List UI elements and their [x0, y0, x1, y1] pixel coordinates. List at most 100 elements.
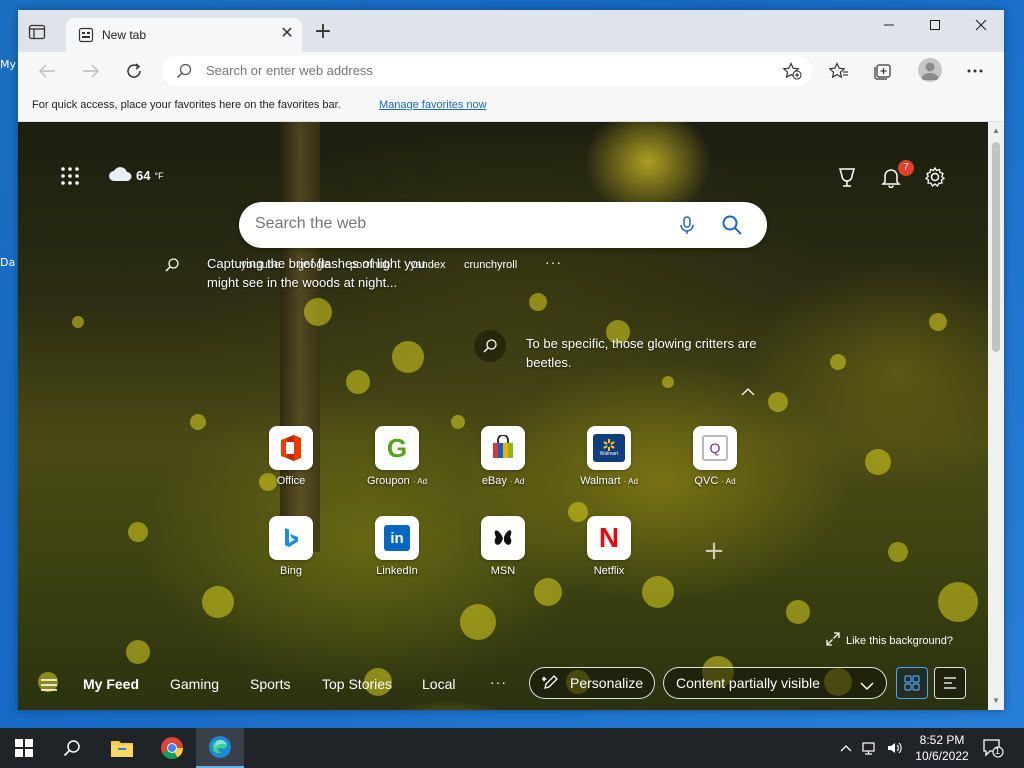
walmart-icon: Walmart	[587, 426, 631, 470]
personalize-button[interactable]: Personalize	[529, 667, 655, 699]
grid-layout-icon[interactable]	[896, 667, 928, 699]
quick-search-icon	[164, 257, 180, 273]
quick-links-more-icon[interactable]: ···	[545, 254, 562, 270]
tile-ebay[interactable]: eBay · Ad	[458, 426, 548, 487]
tile-label: Netflix	[593, 565, 625, 577]
address-bar[interactable]	[162, 56, 812, 86]
feed-tab-gaming[interactable]: Gaming	[170, 676, 219, 692]
edge-icon[interactable]	[196, 728, 244, 768]
tile-linkedin[interactable]: in LinkedIn	[352, 516, 442, 577]
hamburger-menu-icon[interactable]	[40, 678, 58, 692]
apps-launcher-icon[interactable]	[60, 166, 80, 186]
scroll-thumb[interactable]	[992, 142, 1000, 352]
collections-icon[interactable]	[870, 59, 896, 83]
personalize-label: Personalize	[570, 675, 644, 691]
action-center-icon[interactable]: 1	[982, 738, 1004, 758]
microphone-icon[interactable]	[677, 215, 697, 235]
volume-icon[interactable]	[886, 740, 902, 756]
like-background-button[interactable]: Like this background?	[826, 632, 953, 649]
background-caption[interactable]: Capturing the brief flashes of light you…	[207, 254, 437, 292]
tile-groupon[interactable]: G Groupon · Ad	[352, 426, 442, 487]
add-favorite-star-icon[interactable]	[782, 62, 802, 80]
forward-arrow-icon[interactable]	[78, 59, 104, 83]
tile-label: Office	[276, 475, 306, 487]
linkedin-icon: in	[375, 516, 419, 560]
tile-office[interactable]: Office	[246, 426, 336, 487]
chevron-down-icon	[860, 678, 874, 694]
chrome-icon[interactable]	[148, 728, 196, 768]
action-center-count: 1	[995, 746, 1001, 756]
address-input[interactable]	[206, 63, 766, 78]
web-search-box[interactable]	[239, 202, 767, 248]
weather-widget[interactable]: 64 °F	[108, 166, 164, 185]
search-icon	[176, 63, 192, 79]
tile-netflix[interactable]: N Netflix	[564, 516, 654, 577]
qvc-glyph: Q	[709, 440, 721, 456]
ad-marker: · Ad	[721, 477, 736, 486]
favorites-bar: For quick access, place your favorites h…	[18, 90, 1004, 122]
taskbar-search-icon[interactable]	[48, 728, 96, 768]
notification-badge: 7	[898, 160, 914, 176]
groupon-glyph: G	[386, 432, 408, 463]
chevron-up-icon[interactable]	[740, 384, 756, 396]
ebay-bag-icon	[481, 426, 525, 470]
favorites-icon[interactable]	[826, 59, 852, 83]
tile-msn[interactable]: MSN	[458, 516, 548, 577]
list-layout-icon[interactable]	[934, 667, 966, 699]
weather-unit: °F	[154, 170, 164, 181]
tile-label: QVC	[694, 475, 719, 487]
feed-more-icon[interactable]: ···	[490, 674, 507, 690]
tab-actions-icon[interactable]	[28, 24, 46, 40]
profile-avatar-icon[interactable]	[918, 58, 942, 82]
clock-time: 8:52 PM	[919, 733, 965, 747]
add-site-plus-icon[interactable]: +	[702, 538, 726, 564]
content-visibility-dropdown[interactable]: Content partially visible	[663, 667, 887, 699]
rewards-icon[interactable]	[836, 166, 858, 188]
clock-date: 10/6/2022	[915, 749, 969, 763]
start-windows-icon[interactable]	[0, 728, 48, 768]
tile-label: eBay	[481, 475, 507, 487]
file-explorer-icon[interactable]	[98, 728, 146, 768]
scroll-down-arrow-icon[interactable]: ▼	[991, 696, 1001, 706]
qvc-icon: Q	[693, 426, 737, 470]
quick-link[interactable]: crunchyroll	[464, 259, 517, 271]
ad-marker: · Ad	[623, 477, 638, 486]
linkedin-glyph: in	[384, 525, 410, 551]
weather-temperature: 64	[136, 168, 151, 183]
minimize-button[interactable]	[866, 10, 912, 40]
tray-chevron-up-icon[interactable]	[838, 740, 854, 756]
tile-label: Bing	[279, 565, 303, 577]
scroll-up-arrow-icon[interactable]: ▲	[991, 126, 1001, 136]
system-clock[interactable]: 8:52 PM 10/6/2022	[914, 732, 970, 764]
page-settings-gear-icon[interactable]	[924, 166, 946, 188]
web-search-input[interactable]	[255, 215, 635, 233]
page-scrollbar[interactable]: ▲ ▼	[988, 122, 1004, 710]
manage-favorites-link[interactable]: Manage favorites now	[379, 99, 487, 111]
tile-qvc[interactable]: Q QVC · Ad	[670, 426, 760, 487]
tab-new-tab[interactable]: New tab ✕	[66, 18, 302, 52]
feed-tab-my-feed[interactable]: My Feed	[83, 676, 139, 692]
feed-tab-top-stories[interactable]: Top Stories	[322, 676, 392, 692]
walmart-wordmark: Walmart	[599, 451, 619, 457]
tile-label: Walmart	[580, 475, 621, 487]
feed-bar: My Feed Gaming Sports Top Stories Local …	[18, 662, 988, 710]
feed-tab-local[interactable]: Local	[422, 676, 455, 692]
desktop-icon-label: Da	[0, 256, 16, 269]
tab-strip: New tab ✕ +	[18, 10, 1004, 52]
desktop-icon-label: My	[0, 58, 17, 71]
caption-search-icon[interactable]	[474, 330, 506, 362]
new-tab-plus-icon[interactable]: +	[312, 21, 334, 44]
refresh-icon[interactable]	[121, 59, 147, 83]
tile-walmart[interactable]: Walmart Walmart · Ad	[564, 426, 654, 487]
network-icon[interactable]	[862, 740, 878, 756]
netflix-glyph: N	[598, 522, 620, 553]
feed-tab-sports[interactable]: Sports	[250, 676, 290, 692]
background-fact[interactable]: To be specific, those glowing critters a…	[526, 334, 796, 372]
search-submit-icon[interactable]	[721, 214, 743, 236]
tab-close-icon[interactable]: ✕	[278, 26, 296, 44]
settings-more-icon[interactable]	[962, 59, 988, 83]
back-arrow-icon[interactable]	[34, 59, 60, 83]
tile-bing[interactable]: Bing	[246, 516, 336, 577]
close-window-button[interactable]	[958, 10, 1004, 40]
maximize-button[interactable]	[912, 10, 958, 40]
